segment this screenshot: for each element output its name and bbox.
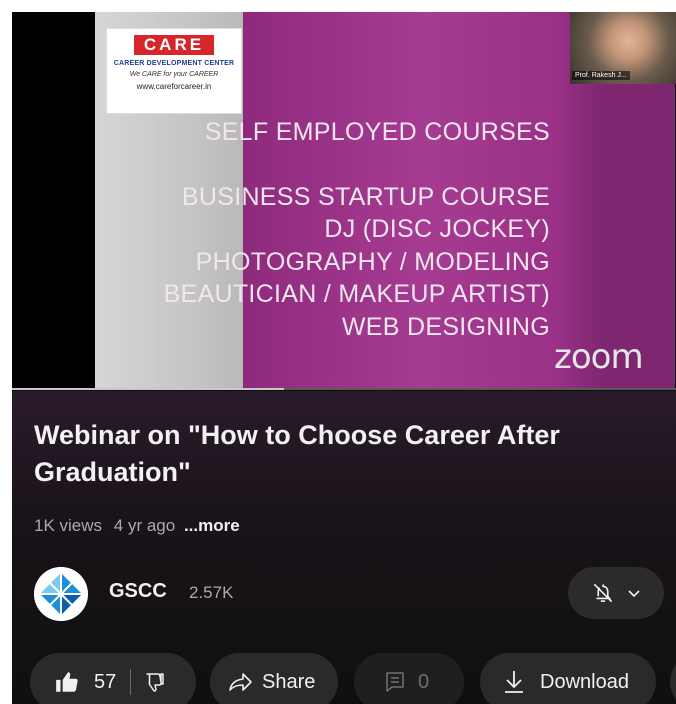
action-bar: 57 Share 0 Download (30, 653, 676, 704)
slide-line: BUSINESS STARTUP COURSE (181, 182, 550, 211)
comment-icon (386, 672, 404, 692)
like-count[interactable]: 57 (94, 671, 116, 694)
comment-count: 0 (418, 670, 430, 693)
download-icon (505, 671, 523, 693)
participant-name: Prof. Rakesh J... (572, 71, 630, 80)
slide-line: BEAUTICIAN / MAKEUP ARTIST) (163, 280, 550, 308)
view-count: 1K views (34, 516, 103, 535)
share-icon (229, 673, 252, 691)
care-logo-url: www.careforcareer.in (136, 82, 212, 91)
like-divider (130, 669, 132, 695)
slide-text: SELF EMPLOYED COURSES BUSINESS STARTUP C… (164, 116, 550, 343)
channel-name[interactable]: GSCC (109, 580, 167, 603)
channel-logo-icon (34, 567, 88, 621)
bell-off-icon (593, 583, 613, 603)
like-icon[interactable] (54, 669, 80, 695)
more-link[interactable]: ...more (184, 516, 240, 535)
care-logo-tagline: We CARE for your CAREER (129, 71, 219, 78)
zoom-watermark: zoom (554, 337, 644, 377)
download-button[interactable]: Download (480, 653, 656, 704)
channel-avatar[interactable] (34, 567, 88, 621)
chevron-down-icon (628, 590, 640, 598)
slide-line: DJ (DISC JOCKEY) (324, 215, 550, 243)
download-label: Download (540, 670, 629, 693)
share-label: Share (262, 670, 316, 693)
notification-button[interactable] (568, 567, 664, 619)
channel-row: GSCC 2.57K (34, 567, 664, 621)
upload-age: 4 yr ago (113, 516, 176, 535)
care-logo-word: CARE (134, 35, 214, 55)
slide-spacer (164, 149, 550, 181)
share-button[interactable]: Share (210, 653, 338, 704)
slide-line: SELF EMPLOYED COURSES (204, 118, 550, 146)
comments-button[interactable]: 0 (354, 653, 464, 704)
subscriber-count: 2.57K (189, 583, 234, 602)
more-actions-button[interactable] (670, 653, 676, 704)
video-progress-fill (12, 388, 285, 390)
dislike-icon[interactable] (143, 670, 167, 694)
care-logo-subtitle: CAREER DEVELOPMENT CENTER (113, 60, 235, 67)
care-logo: CARE CAREER DEVELOPMENT CENTER We CARE f… (106, 28, 242, 114)
video-title[interactable]: Webinar on "How to Choose Career After G… (34, 417, 644, 491)
video-meta[interactable]: 1K views 4 yr ago ...more (34, 516, 240, 536)
video-player[interactable]: CARE CAREER DEVELOPMENT CENTER We CARE f… (12, 12, 676, 390)
participant-camera: Prof. Rakesh J... (570, 12, 676, 84)
video-progress-bar[interactable] (12, 388, 676, 390)
video-info: Webinar on "How to Choose Career After G… (12, 391, 676, 704)
slide-line: PHOTOGRAPHY / MODELING (195, 247, 550, 276)
slide-line: WEB DESIGNING (341, 312, 550, 341)
like-dislike-group: 57 (30, 653, 196, 704)
app-frame: CARE CAREER DEVELOPMENT CENTER We CARE f… (12, 12, 676, 704)
